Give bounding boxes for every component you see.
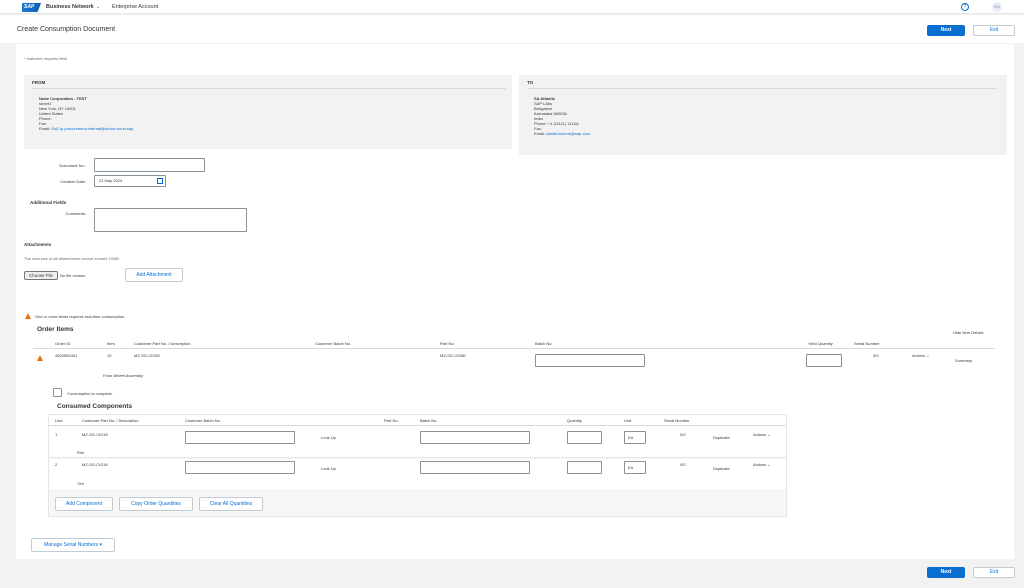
attachments-note: The total size of all attachments cannot… <box>24 256 119 261</box>
duplicate-link[interactable]: Duplicate <box>713 435 730 440</box>
creation-date-label: Creation Date: <box>60 179 86 184</box>
col-serial-number: Serial Number <box>854 341 880 346</box>
consumption-complete-label: Consumption is complete. <box>67 391 114 396</box>
from-title: FROM <box>32 80 46 85</box>
batch-no-input[interactable] <box>535 354 645 367</box>
customer-batch-input[interactable] <box>185 431 295 444</box>
component-part: MZ-SG-CIG16 <box>82 462 108 467</box>
component-line: 2 <box>55 462 58 467</box>
col-line: Line <box>55 418 63 423</box>
creation-date-input[interactable]: 21 May 2024 <box>94 175 166 187</box>
add-attachment-button[interactable]: Add Attachment <box>125 268 183 282</box>
chevron-down-icon[interactable]: ⌄ <box>96 4 100 10</box>
serial-count: 0/0 <box>873 353 879 358</box>
required-note: * Indicates required field <box>24 56 67 61</box>
exit-button[interactable]: Exit <box>973 567 1015 578</box>
table-row <box>49 426 786 458</box>
page-title: Create Consumption Document <box>17 26 116 33</box>
attachments-heading: Attachments <box>24 242 52 247</box>
col-quantity: Quantity <box>567 418 582 423</box>
customer-part-no: MZ-SG-CIG80 <box>134 353 160 358</box>
divider <box>527 88 997 89</box>
col-yield-qty: Yield Quantity <box>808 341 833 346</box>
actions-menu[interactable]: Actions ⌄ <box>912 353 930 358</box>
to-email-link[interactable]: daniel.schunk@sap.com <box>546 131 590 136</box>
col-order-id: Order ID <box>55 341 71 346</box>
document-no-label: Document No.: <box>59 163 86 168</box>
title-bar <box>0 15 1024 43</box>
lookup-link[interactable]: Look Up <box>321 435 336 440</box>
copy-order-quantities-button[interactable]: Copy Order Quantities <box>119 497 193 511</box>
to-panel <box>519 75 1007 155</box>
batch-no-input[interactable] <box>420 461 530 474</box>
col-customer-batch: Customer Batch No. <box>315 341 352 346</box>
component-part: MZ-SG-CIG15 <box>82 432 108 437</box>
duplicate-link[interactable]: Duplicate <box>713 466 730 471</box>
col-item: Item <box>107 341 115 346</box>
col-batch-no: Batch No. <box>535 341 553 346</box>
serial-count: 0/0 <box>680 462 686 467</box>
no-file-text: No file chosen <box>60 273 86 278</box>
table-row <box>49 459 786 489</box>
yield-quantity-input[interactable] <box>806 354 842 367</box>
from-address: Nube Corporation - TEST street1 New York… <box>39 96 134 131</box>
divider <box>32 88 506 89</box>
order-id-link[interactable]: 4500550401 <box>55 353 77 358</box>
col-component-customer-batch: Customer Batch No. <box>185 418 222 423</box>
clear-all-quantities-button[interactable]: Clear All Quantities <box>199 497 263 511</box>
unit-input[interactable]: EA <box>624 431 646 444</box>
additional-fields-heading: Additional Fields <box>30 200 67 205</box>
realtime-warning: One or more items requires real-time con… <box>35 314 126 319</box>
user-avatar[interactable]: EN <box>992 2 1002 12</box>
col-component-part-no: Part No. <box>384 418 399 423</box>
next-button[interactable]: Next <box>927 567 965 578</box>
to-title: TO <box>527 80 534 85</box>
quantity-input[interactable] <box>567 431 602 444</box>
component-description: Tire <box>77 481 84 486</box>
col-unit: Unit <box>624 418 632 423</box>
col-component-part: Customer Part No. / Description <box>82 418 139 423</box>
hide-item-details-link[interactable]: Hide Item Details <box>953 330 983 335</box>
unit-input[interactable]: EA <box>624 461 646 474</box>
col-component-serial: Serial Number <box>664 418 690 423</box>
brand-name[interactable]: Business Network <box>46 4 94 10</box>
next-button[interactable]: Next <box>927 25 965 36</box>
actions-menu[interactable]: Actions ⌄ <box>753 432 771 437</box>
item-description: Front Wheel Assembly <box>103 373 144 378</box>
part-no: MZ-SG-CIG80 <box>440 353 466 358</box>
col-part-no: Part No. <box>440 341 455 346</box>
lookup-link[interactable]: Look Up <box>321 466 336 471</box>
warning-icon <box>37 355 43 361</box>
to-address: SA Atlantic SAP LAbs Bangalore Karnataka… <box>534 96 590 136</box>
batch-no-input[interactable] <box>420 431 530 444</box>
component-description: Rim <box>77 450 85 455</box>
calendar-icon[interactable] <box>157 178 163 184</box>
col-customer-part: Customer Part No. / Description <box>134 341 191 346</box>
comments-label: Comments: <box>65 211 86 216</box>
item-number: 10 <box>107 353 112 358</box>
customer-batch-input[interactable] <box>185 461 295 474</box>
footer-bar <box>0 560 1024 588</box>
actions-menu[interactable]: Actions ⌄ <box>753 462 771 467</box>
comments-textarea[interactable] <box>94 208 247 232</box>
quantity-input[interactable] <box>567 461 602 474</box>
choose-file-button[interactable]: Choose File <box>24 271 58 280</box>
col-component-batch: Batch No. <box>420 418 438 423</box>
manage-serial-numbers-button[interactable]: Manage Serial Numbers ▾ <box>31 538 115 552</box>
consumption-complete-checkbox[interactable] <box>53 388 62 397</box>
component-line: 1 <box>55 432 58 437</box>
warning-icon <box>25 313 31 319</box>
order-items-title: Order Items <box>37 326 74 333</box>
serial-count: 0/0 <box>680 432 686 437</box>
add-component-button[interactable]: Add Component <box>55 497 113 511</box>
help-icon[interactable]: ? <box>961 3 969 11</box>
document-no-input[interactable] <box>94 158 205 172</box>
from-email-link[interactable]: SoE-ip.procurement.internal@demo.cloud.s… <box>51 126 133 131</box>
exit-button[interactable]: Exit <box>973 25 1015 36</box>
account-label: Enterprise Account <box>112 4 159 10</box>
consumed-components-title: Consumed Components <box>57 403 133 410</box>
summary-link[interactable]: Summary <box>955 358 972 363</box>
